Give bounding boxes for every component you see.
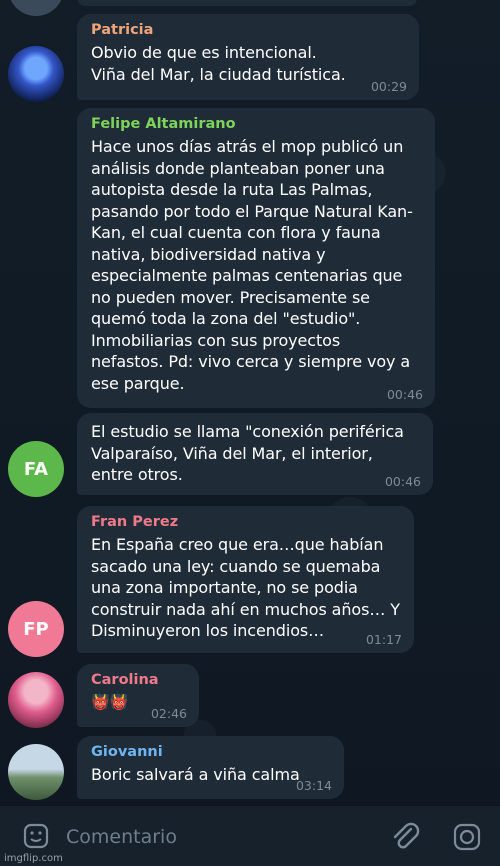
message-text: El estudio se llama "conexión periférica… (91, 422, 409, 484)
message-text: Obvio de que es intencional. Viña del Ma… (91, 43, 346, 84)
watermark-text: imgflip.com (4, 853, 63, 864)
sender-name[interactable]: Fran Perez (91, 514, 400, 530)
avatar-patricia[interactable] (8, 46, 64, 102)
sender-name[interactable]: Carolina (91, 672, 185, 688)
camera-icon[interactable] (452, 822, 482, 856)
avatar-felipe[interactable]: FA (8, 441, 64, 497)
paperclip-icon[interactable] (390, 820, 420, 856)
message-text: Hace unos días atrás el mop publicó un a… (91, 137, 416, 393)
message-bubble[interactable]: Giovanni Boric salvará a viña calma 03:1… (77, 736, 344, 799)
message-bubble[interactable]: Felipe Altamirano Hace unos días atrás e… (77, 108, 435, 408)
sender-name[interactable]: Felipe Altamirano (91, 116, 421, 132)
avatar-carolina[interactable] (8, 672, 64, 728)
avatar-fran[interactable]: FP (8, 601, 64, 657)
sender-name[interactable]: Patricia (91, 22, 405, 38)
message-bubble[interactable]: Patricia Obvio de que es intencional. Vi… (77, 14, 419, 100)
message-time: 00:46 (386, 387, 423, 402)
sender-name[interactable]: Giovanni (91, 744, 330, 760)
message-input-bar: Comentario imgflip.com (0, 805, 500, 866)
message-time: 01:17 (365, 632, 402, 647)
message-time: 03:14 (295, 778, 332, 793)
message-text: Boric salvará a viña calma (91, 765, 300, 784)
message-time: 00:46 (384, 474, 421, 489)
message-time: 02:46 (150, 706, 187, 721)
sticker-icon[interactable] (22, 822, 50, 854)
comment-input[interactable]: Comentario (66, 826, 177, 848)
message-bubble[interactable]: Fran Perez En España creo que era…que ha… (77, 506, 414, 653)
avatar-giovanni[interactable] (8, 744, 64, 800)
message-bubble[interactable]: El estudio se llama "conexión periférica… (77, 413, 433, 495)
message-bubble[interactable]: Carolina 👹👹 02:46 (77, 664, 199, 727)
message-text: En España creo que era…que habían sacado… (91, 535, 405, 640)
message-time: 00:29 (370, 79, 407, 94)
partial-message-bubble (77, 0, 417, 6)
